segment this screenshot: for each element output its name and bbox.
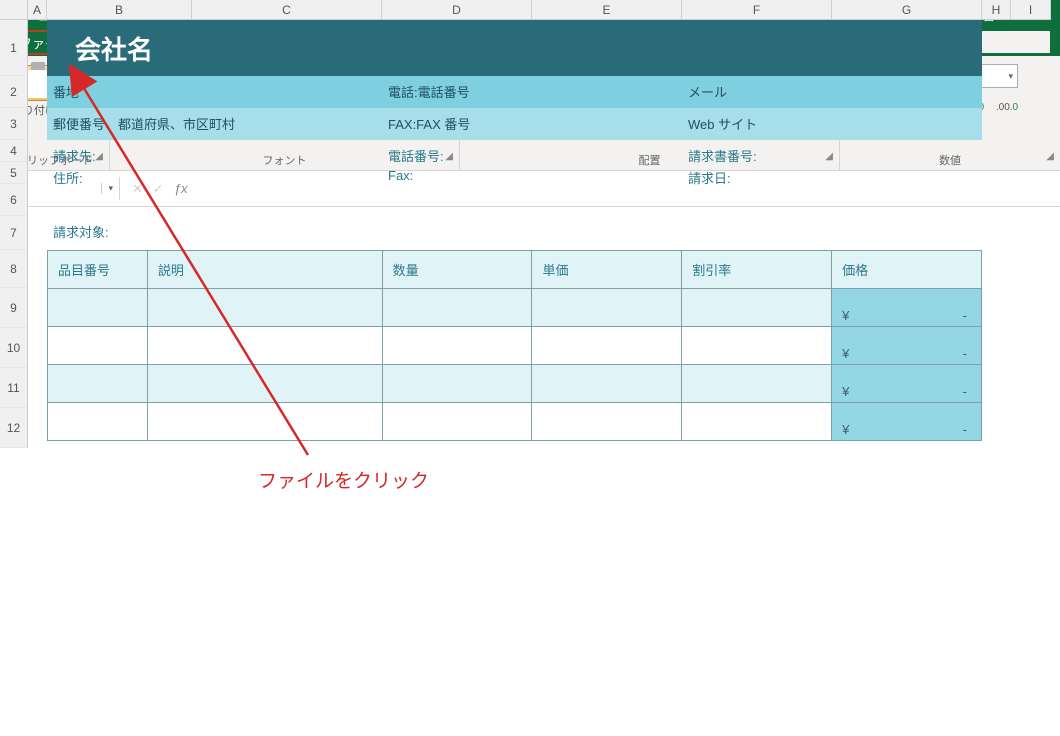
cell-text: 電話番号: (388, 146, 444, 165)
column-header[interactable]: C (192, 0, 382, 20)
column-header[interactable]: G (832, 0, 982, 20)
launcher-icon[interactable]: ◢ (1046, 151, 1054, 162)
table-row[interactable]: ¥- (48, 327, 982, 365)
table-row[interactable]: ¥- (48, 403, 982, 441)
cell-text: Fax: (388, 168, 413, 183)
invoice-table: 品目番号説明数量単価割引率価格¥-¥-¥-¥- (47, 250, 982, 441)
launcher-icon[interactable]: ◢ (95, 151, 103, 162)
row-header[interactable]: 5 (0, 162, 28, 184)
launcher-icon[interactable]: ◢ (825, 151, 833, 162)
column-header[interactable]: I (1011, 0, 1051, 20)
fx-icon[interactable]: ƒx (174, 181, 188, 196)
column-header[interactable]: E (532, 0, 682, 20)
enter-icon[interactable]: ✓ (153, 181, 164, 197)
column-header[interactable]: B (47, 0, 192, 20)
column-header[interactable]: D (382, 0, 532, 20)
decrease-decimal-icon[interactable]: .00.0 (995, 96, 1019, 118)
row-header[interactable]: 1 (0, 20, 28, 76)
launcher-icon[interactable]: ◢ (445, 151, 453, 162)
cell-text: 郵便番号、都道府県、市区町村 (53, 114, 235, 133)
table-row[interactable]: ¥- (48, 289, 982, 327)
spreadsheet-grid[interactable]: ABCDEFGHI123456789101112会社名番地電話:電話番号メール郵… (0, 207, 1060, 736)
row-header[interactable]: 12 (0, 408, 28, 448)
cell-text: 請求先: (53, 146, 96, 165)
cell-text: 住所: (53, 168, 83, 187)
select-all-corner[interactable] (0, 0, 28, 20)
row-header[interactable]: 3 (0, 108, 28, 140)
annotation-text: ファイルをクリック (258, 466, 429, 493)
cell-text: 請求書番号: (688, 146, 757, 165)
cell-text: 電話:電話番号 (388, 82, 470, 101)
row-header[interactable]: 6 (0, 184, 28, 216)
column-header[interactable]: F (682, 0, 832, 20)
formula-bar: J3 ▾ ✕ ✓ ƒx (0, 171, 1060, 207)
row-header[interactable]: 9 (0, 288, 28, 328)
cell-text: Web サイト (688, 114, 757, 133)
table-row[interactable]: ¥- (48, 365, 982, 403)
row-header[interactable]: 7 (0, 216, 28, 250)
row-header[interactable]: 4 (0, 140, 28, 162)
cancel-icon[interactable]: ✕ (132, 181, 143, 197)
cell-text: 請求日: (688, 168, 731, 187)
cell-text: 番地 (53, 82, 79, 101)
row-header[interactable]: 8 (0, 250, 28, 288)
cell-text: 請求対象: (53, 222, 109, 241)
chevron-down-icon[interactable]: ▾ (101, 183, 113, 194)
column-header[interactable]: A (28, 0, 47, 20)
cell-text: メール (688, 82, 727, 101)
cell-text: FAX:FAX 番号 (388, 114, 470, 133)
column-header[interactable]: H (982, 0, 1011, 20)
row-header[interactable]: 11 (0, 368, 28, 408)
table-header-row: 品目番号説明数量単価割引率価格 (48, 251, 982, 289)
company-name-banner: 会社名 (47, 20, 982, 76)
row-header[interactable]: 10 (0, 328, 28, 368)
row-header[interactable]: 2 (0, 76, 28, 108)
